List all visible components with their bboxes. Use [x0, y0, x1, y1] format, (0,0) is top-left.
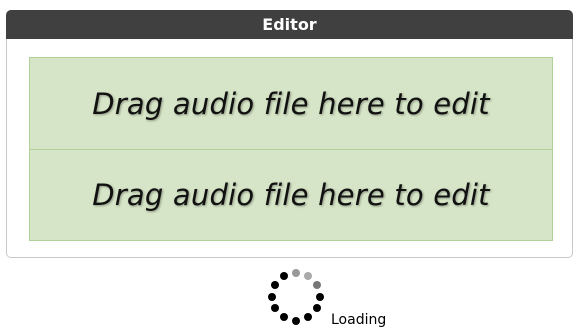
audio-dropzone-1[interactable]: Drag audio file here to edit	[29, 57, 553, 150]
dropzone-label: Drag audio file here to edit	[92, 86, 490, 121]
audio-dropzone-2[interactable]: Drag audio file here to edit	[29, 149, 553, 241]
loading-label: Loading	[331, 312, 387, 328]
editor-title: Editor	[6, 10, 573, 39]
editor-panel: Editor Drag audio file here to edit Drag…	[6, 10, 573, 258]
dropzone-label: Drag audio file here to edit	[92, 178, 490, 212]
spinner-icon	[268, 269, 324, 325]
